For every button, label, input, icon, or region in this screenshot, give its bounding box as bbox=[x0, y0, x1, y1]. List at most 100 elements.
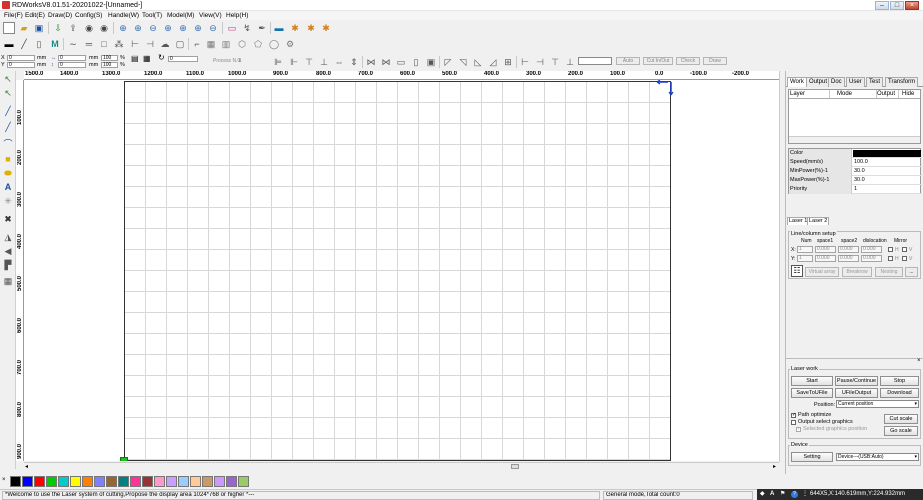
corner-tl-icon[interactable]: ◸ bbox=[442, 56, 454, 68]
color-swatch[interactable] bbox=[46, 476, 57, 487]
measure-icon[interactable]: M bbox=[49, 38, 61, 50]
start-button[interactable]: Start bbox=[791, 376, 833, 386]
offset-icon[interactable]: ▥ bbox=[220, 38, 232, 50]
ufile-output-button[interactable]: UFileOutput bbox=[835, 388, 878, 398]
menu-file[interactable]: File(F) bbox=[4, 11, 23, 20]
color-swatch[interactable] bbox=[10, 476, 21, 487]
curve-tool-icon[interactable]: ⌒ bbox=[2, 137, 14, 149]
device-select[interactable]: Device---(USB:Auto) ▾ bbox=[836, 453, 919, 461]
equal-height-icon[interactable]: ▯ bbox=[410, 56, 422, 68]
color-swatch[interactable] bbox=[106, 476, 117, 487]
breakrow-button[interactable]: Breakrow bbox=[842, 267, 872, 277]
export-icon[interactable]: ⇪ bbox=[67, 22, 79, 34]
delete-icon[interactable]: ✖ bbox=[2, 213, 14, 225]
tab-transform[interactable]: Transform bbox=[885, 77, 919, 87]
node-edit-icon[interactable]: ↯ bbox=[241, 22, 253, 34]
scale-x-field[interactable]: 100 bbox=[101, 55, 118, 61]
corner-bl-icon[interactable]: ◺ bbox=[472, 56, 484, 68]
menu-config[interactable]: Config(S) bbox=[75, 11, 102, 20]
scale-y-field[interactable]: 100 bbox=[101, 62, 118, 68]
equal-size-icon[interactable]: ▣ bbox=[425, 56, 437, 68]
import-icon[interactable]: ⇩ bbox=[52, 22, 64, 34]
pen-icon[interactable]: ✒ bbox=[256, 22, 268, 34]
chevron-down-icon[interactable]: ▾ bbox=[914, 401, 917, 407]
redo-icon[interactable]: ◉ bbox=[98, 22, 110, 34]
node-tool-icon[interactable]: ↖ bbox=[2, 87, 14, 99]
tab-test[interactable]: Test bbox=[866, 77, 884, 87]
layer-select[interactable] bbox=[578, 57, 612, 65]
group-icon[interactable]: ⁂ bbox=[113, 38, 125, 50]
align-right-icon[interactable]: ⊩ bbox=[288, 56, 300, 68]
trim-icon[interactable]: ⬠ bbox=[252, 38, 264, 50]
ellipse-icon[interactable]: ◯ bbox=[268, 38, 280, 50]
x-num-field[interactable]: 1 bbox=[797, 246, 813, 253]
ruler-icon[interactable]: ▯ bbox=[33, 38, 45, 50]
menu-view[interactable]: View(V) bbox=[199, 11, 222, 20]
color-swatch[interactable] bbox=[214, 476, 225, 487]
tab-doc[interactable]: Doc bbox=[828, 77, 845, 87]
mirror-h-icon[interactable]: ⋈ bbox=[365, 56, 377, 68]
tab-user[interactable]: User bbox=[846, 77, 865, 87]
color-swatch[interactable] bbox=[22, 476, 33, 487]
color-swatch[interactable] bbox=[166, 476, 177, 487]
flag-tool-icon[interactable]: ▛ bbox=[2, 259, 14, 271]
align-icon[interactable]: ⊢ bbox=[129, 38, 141, 50]
x-dislocation-field[interactable]: 0.000 bbox=[861, 246, 882, 253]
prop-value[interactable]: 30.0 bbox=[854, 167, 865, 176]
path-optimize-checkbox[interactable]: ✓ bbox=[791, 413, 796, 418]
y-space1-field[interactable]: 0.000 bbox=[815, 255, 836, 262]
laser-output-icon[interactable]: ✱ bbox=[320, 22, 332, 34]
pause-continue-button[interactable]: Pause/Continue bbox=[835, 376, 878, 386]
chevron-down-icon[interactable]: ▾ bbox=[914, 454, 917, 460]
scroll-right-icon[interactable]: ▸ bbox=[773, 463, 776, 470]
color-swatch[interactable] bbox=[70, 476, 81, 487]
spin-icon[interactable]: ⇕ bbox=[238, 58, 242, 64]
color-swatch[interactable] bbox=[142, 476, 153, 487]
selected-position-checkbox[interactable]: ✓ bbox=[796, 427, 801, 432]
save-to-ufile-button[interactable]: SaveToUFile bbox=[791, 388, 833, 398]
save-icon[interactable]: ▣ bbox=[33, 22, 45, 34]
y-dislocation-field[interactable]: 0.000 bbox=[861, 255, 882, 262]
height-field[interactable]: 0 bbox=[58, 62, 86, 68]
new-file-icon[interactable] bbox=[3, 22, 15, 34]
x-space1-field[interactable]: 0.000 bbox=[815, 246, 836, 253]
y-position-field[interactable]: 0 bbox=[7, 62, 35, 68]
camera-icon[interactable]: ▬ bbox=[3, 38, 15, 50]
align-top-icon[interactable]: ⊤ bbox=[303, 56, 315, 68]
frame-icon[interactable]: ▢ bbox=[174, 38, 186, 50]
scroll-left-icon[interactable]: ◂ bbox=[25, 463, 28, 470]
draw-button[interactable]: Draw bbox=[703, 57, 727, 65]
undo-icon[interactable]: ◉ bbox=[83, 22, 95, 34]
drawing-canvas[interactable] bbox=[24, 80, 779, 461]
color-swatch[interactable] bbox=[82, 476, 93, 487]
work-area-grid[interactable] bbox=[124, 81, 671, 461]
zoom-window-icon[interactable]: ⊖ bbox=[147, 22, 159, 34]
color-swatch[interactable] bbox=[34, 476, 45, 487]
prop-value[interactable]: 100.0 bbox=[854, 158, 868, 167]
color-swatch[interactable] bbox=[130, 476, 141, 487]
y-mirror-h-checkbox[interactable] bbox=[888, 256, 893, 261]
color-swatch[interactable] bbox=[202, 476, 213, 487]
curve-icon[interactable]: ∼ bbox=[67, 38, 79, 50]
layer-table-scrollbar[interactable] bbox=[789, 136, 920, 143]
lock-ratio-icon[interactable]: ▤ bbox=[131, 55, 139, 63]
position-select[interactable]: Current position ▾ bbox=[836, 400, 919, 408]
zoom-all-icon[interactable]: ⊕ bbox=[162, 22, 174, 34]
dist-top-icon[interactable]: ⊤ bbox=[549, 56, 561, 68]
distribute-icon[interactable]: ⊣ bbox=[144, 38, 156, 50]
menu-help[interactable]: Help(H) bbox=[226, 11, 248, 20]
y-space2-field[interactable]: 0.000 bbox=[838, 255, 859, 262]
select-tool-icon[interactable]: ↖ bbox=[2, 73, 14, 85]
go-scale-button[interactable]: Go scale bbox=[884, 426, 918, 436]
zoom-page-icon[interactable]: ⊕ bbox=[177, 22, 189, 34]
tab-laser-1[interactable]: Laser 1 bbox=[787, 217, 810, 225]
close-button[interactable]: × bbox=[905, 1, 919, 10]
virtual-array-button[interactable]: Virtual array bbox=[805, 267, 839, 277]
menu-handle[interactable]: Handle(W) bbox=[108, 11, 139, 20]
zoom-in-icon[interactable]: ⊕ bbox=[117, 22, 129, 34]
menu-tool[interactable]: Tool(T) bbox=[142, 11, 162, 20]
cloud-icon[interactable]: ☁ bbox=[159, 38, 171, 50]
rectangle-icon[interactable]: □ bbox=[98, 38, 110, 50]
output-select-checkbox[interactable] bbox=[791, 420, 796, 425]
color-swatch[interactable] bbox=[238, 476, 249, 487]
